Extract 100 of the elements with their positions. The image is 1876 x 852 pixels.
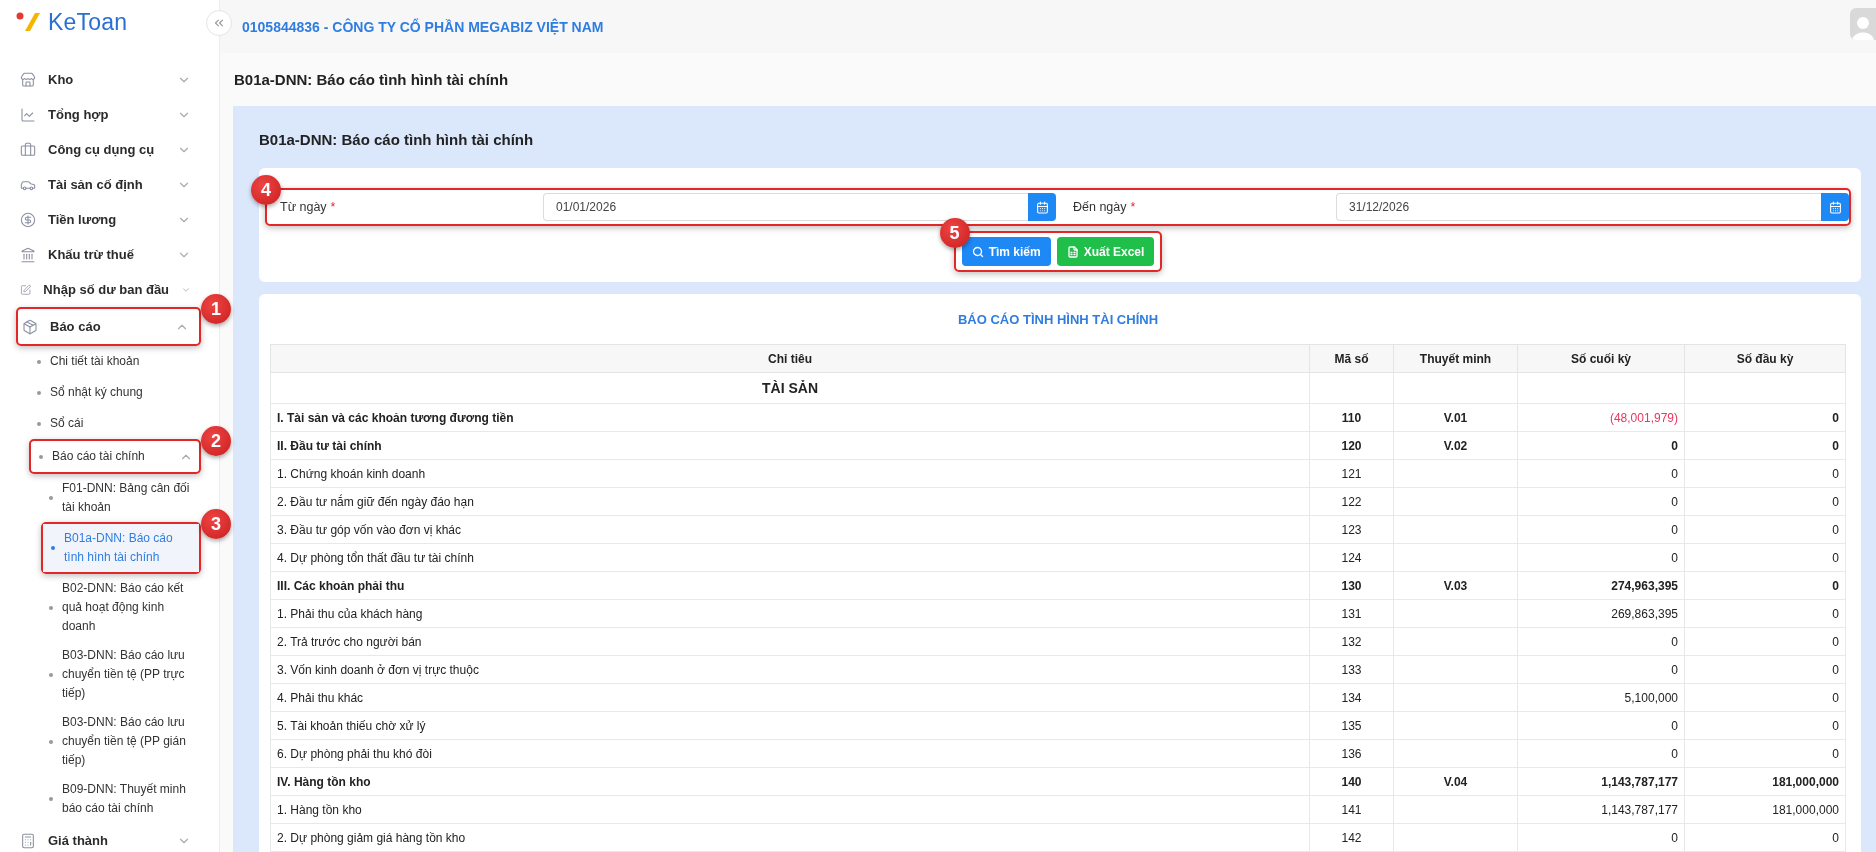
sidebar-item[interactable]: Tiền lương <box>16 202 201 237</box>
table-cell: V.01 <box>1393 403 1518 432</box>
table-cell: 1. Phải thu của khách hàng <box>270 599 1310 628</box>
briefcase-icon <box>20 141 36 158</box>
calendar-icon <box>1035 200 1049 214</box>
table-cell: 269,863,395 <box>1517 599 1685 628</box>
callout-badge: 5 <box>939 218 970 248</box>
bullet-icon <box>37 359 41 364</box>
table-cell: V.04 <box>1393 767 1518 796</box>
callout-badge: 2 <box>201 426 231 456</box>
table-cell: 5,100,000 <box>1517 683 1685 712</box>
sidebar-item[interactable]: Tài sản cố định <box>16 167 201 202</box>
table-cell: 181,000,000 <box>1684 767 1846 796</box>
table-cell: 0 <box>1684 711 1846 740</box>
collapse-button[interactable] <box>206 10 232 36</box>
table-cell: (48,001,979) <box>1517 403 1685 432</box>
table-cell: 122 <box>1309 487 1394 516</box>
bank-icon <box>20 246 36 263</box>
table-cell: V.02 <box>1393 431 1518 460</box>
sidebar-subitem[interactable]: Sổ nhật ký chung <box>29 377 201 408</box>
table-cell: 2. Trả trước cho người bán <box>270 627 1310 656</box>
table-cell: 1,143,787,177 <box>1517 767 1685 796</box>
bullet-icon <box>37 390 41 395</box>
search-icon <box>971 245 984 258</box>
table-cell: TÀI SẢN <box>270 372 1310 404</box>
table-cell: 0 <box>1684 571 1846 600</box>
table-cell: I. Tài sản và các khoản tương đương tiền <box>270 403 1310 432</box>
sidebar-subitem[interactable]: Báo cáo tài chính <box>31 441 199 472</box>
table-cell: 0 <box>1517 459 1685 488</box>
table-cell: 0 <box>1684 543 1846 572</box>
sidebar-subitem[interactable]: B01a-DNN: Báo cáo tình hình tài chính <box>43 524 199 572</box>
report-title: BÁO CÁO TÌNH HÌNH TÀI CHÍNH <box>956 312 1159 329</box>
spreadsheet-file-icon <box>1066 245 1079 258</box>
company-name: 0105844836 - CÔNG TY CỔ PHẦN MEGABIZ VIỆT NAM <box>242 18 604 35</box>
field-label: Đến ngày <box>1073 200 1127 214</box>
logo-text: KeToan <box>48 8 128 36</box>
table-cell: 0 <box>1517 627 1685 656</box>
search-button[interactable]: Tìm kiếm <box>961 237 1051 266</box>
table-cell: 123 <box>1309 515 1394 544</box>
table-cell: III. Các khoản phải thu <box>270 571 1310 600</box>
date-input[interactable]: 01/01/2026 <box>543 193 1028 221</box>
table-cell: 5. Tài khoản thiếu chờ xử lý <box>270 711 1310 740</box>
callout-badge: 1 <box>201 294 231 324</box>
calculator-icon <box>20 832 36 849</box>
table-cell: 121 <box>1309 459 1394 488</box>
dollar-coin-icon <box>20 211 36 228</box>
sidebar-subitem[interactable]: B02-DNN: Báo cáo kết quả hoạt động kinh doanh <box>41 574 201 641</box>
bullet-icon <box>37 421 41 426</box>
sidebar-item[interactable]: Kho <box>16 62 201 97</box>
table-cell: IV. Hàng tồn kho <box>270 767 1310 796</box>
date-input[interactable]: 31/12/2026 <box>1336 193 1821 221</box>
table-cell: 140 <box>1309 767 1394 796</box>
callout-badge: 4 <box>251 175 281 205</box>
chevrons-left-icon <box>212 16 226 30</box>
calendar-button[interactable] <box>1821 193 1849 221</box>
table-cell: 1. Chứng khoán kinh doanh <box>270 459 1310 488</box>
table-cell: 110 <box>1309 403 1394 432</box>
table-cell: 0 <box>1517 543 1685 572</box>
table-cell: 0 <box>1517 711 1685 740</box>
bullet-icon <box>49 672 53 677</box>
table-cell: 3. Vốn kinh doanh ở đơn vị trực thuộc <box>270 655 1310 684</box>
table-cell: 0 <box>1517 655 1685 684</box>
sidebar-item[interactable]: Công cụ dụng cụ <box>16 132 201 167</box>
table-cell: 141 <box>1309 795 1394 824</box>
calendar-button[interactable] <box>1028 193 1056 221</box>
table-cell: 0 <box>1684 487 1846 516</box>
field-label: Từ ngày <box>280 200 327 214</box>
column-header: Mã số <box>1309 344 1394 373</box>
table-cell: 134 <box>1309 683 1394 712</box>
sidebar-subitem[interactable]: Chi tiết tài khoản <box>29 346 201 377</box>
sidebar-item[interactable]: Nhập số dư ban đầu <box>16 272 201 307</box>
table-cell: 274,963,395 <box>1517 571 1685 600</box>
table-cell: 1. Hàng tồn kho <box>270 795 1310 824</box>
table-cell: 181,000,000 <box>1684 795 1846 824</box>
column-header: Số cuối kỳ <box>1517 344 1685 373</box>
sidebar-item[interactable]: Tổng hợp <box>16 97 201 132</box>
column-header: Số đầu kỳ <box>1684 344 1846 373</box>
table-cell: II. Đầu tư tài chính <box>270 431 1310 460</box>
bullet-icon <box>49 605 53 610</box>
table-cell: 2. Đầu tư nắm giữ đến ngày đáo hạn <box>270 487 1310 516</box>
table-cell: 4. Phải thu khác <box>270 683 1310 712</box>
sidebar-subitem[interactable]: Sổ cái <box>29 408 201 439</box>
sidebar-subitem[interactable]: B03-DNN: Báo cáo lưu chuyển tiền tệ (PP gián tiếp) <box>41 708 201 775</box>
table-cell: 0 <box>1517 823 1685 852</box>
sidebar-subitem[interactable]: F01-DNN: Bảng cân đối tài khoản <box>41 474 201 522</box>
table-cell: 0 <box>1684 627 1846 656</box>
sidebar-item[interactable]: Báo cáo <box>18 309 199 344</box>
table-cell: 6. Dự phòng phải thu khó đòi <box>270 739 1310 768</box>
sidebar-item[interactable]: Giá thành <box>16 823 201 852</box>
table-cell: 4. Dự phòng tổn thất đầu tư tài chính <box>270 543 1310 572</box>
table-cell: 131 <box>1309 599 1394 628</box>
sidebar-subitem[interactable]: B03-DNN: Báo cáo lưu chuyển tiền tệ (PP trực tiếp) <box>41 641 201 708</box>
table-cell: 0 <box>1684 823 1846 852</box>
table-cell: 0 <box>1684 599 1846 628</box>
table-cell: 133 <box>1309 655 1394 684</box>
sidebar-subitem[interactable]: B09-DNN: Thuyết minh báo cáo tài chính <box>41 775 201 823</box>
sidebar-item[interactable]: Khấu trừ thuế <box>16 237 201 272</box>
table-cell: 0 <box>1517 739 1685 768</box>
chart-line-icon <box>20 106 36 123</box>
table-cell: 0 <box>1684 515 1846 544</box>
